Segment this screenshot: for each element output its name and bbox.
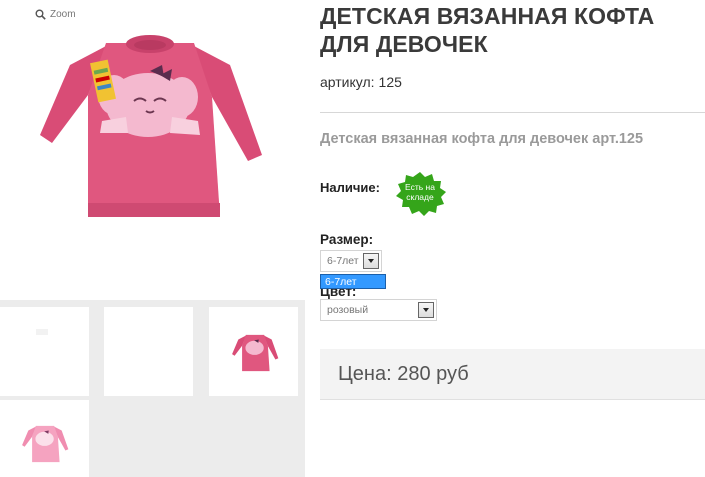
divider xyxy=(320,112,705,113)
sku-label: артикул: xyxy=(320,74,375,90)
color-select-value: розовый xyxy=(327,304,369,316)
thumbnail-3[interactable] xyxy=(209,307,298,396)
color-select[interactable]: розовый xyxy=(320,299,437,321)
thumbnail-2[interactable] xyxy=(104,307,193,396)
magnifier-icon xyxy=(35,9,46,20)
product-subtitle: Детская вязанная кофта для девочек арт.1… xyxy=(320,131,644,147)
thumbnail-placeholder xyxy=(36,329,48,335)
size-label: Размер: xyxy=(320,232,374,247)
dropdown-arrow-icon[interactable] xyxy=(363,253,379,269)
in-stock-badge: Есть на складе xyxy=(394,172,446,216)
price-box: Цена: 280 руб xyxy=(320,349,705,400)
sku-line: артикул: 125 xyxy=(320,74,402,90)
zoom-label: Zoom xyxy=(50,9,76,20)
main-product-image[interactable]: Zoom xyxy=(0,0,300,300)
product-info: ДЕТСКАЯ ВЯЗАННАЯ КОФТА ДЛЯ ДЕВОЧЕК артик… xyxy=(320,0,705,477)
sweater-thumbnail xyxy=(232,334,279,372)
size-select[interactable]: 6-7лет xyxy=(320,250,382,272)
thumbnail-4[interactable] xyxy=(0,400,89,477)
size-select-value: 6-7лет xyxy=(327,255,359,267)
price: Цена: 280 руб xyxy=(338,363,469,385)
thumbnail-strip xyxy=(0,300,305,477)
sweater-photo xyxy=(40,35,262,217)
dropdown-arrow-icon[interactable] xyxy=(418,302,434,318)
zoom-link[interactable]: Zoom xyxy=(35,9,76,20)
size-dropdown-option[interactable]: 6-7лет xyxy=(320,274,386,289)
product-title: ДЕТСКАЯ ВЯЗАННАЯ КОФТА ДЛЯ ДЕВОЧЕК xyxy=(320,3,655,57)
availability-label: Наличие: xyxy=(320,180,380,195)
in-stock-text: Есть на складе xyxy=(405,182,435,202)
thumbnail-1[interactable] xyxy=(0,307,89,396)
sku-value: 125 xyxy=(378,74,402,90)
sweater-thumbnail-light xyxy=(22,425,69,463)
